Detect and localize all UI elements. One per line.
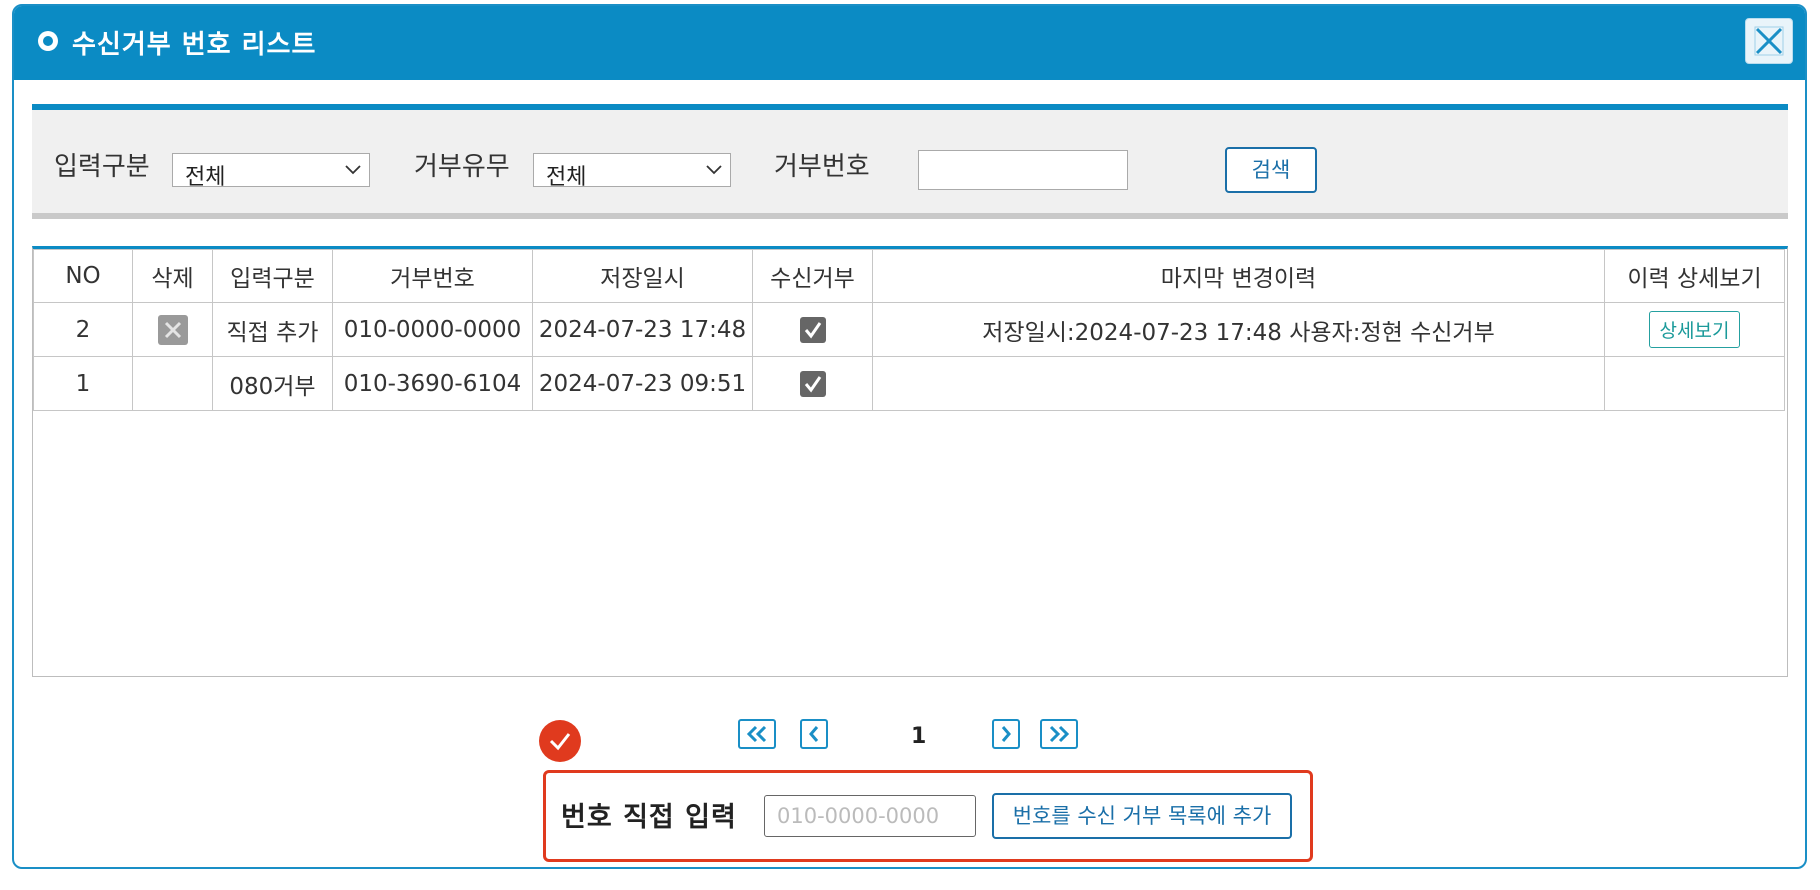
cell-rejected xyxy=(752,302,873,357)
cell-detail xyxy=(1604,356,1785,411)
cell-last-change: 저장일시:2024-07-23 17:48 사용자:정현 수신거부 xyxy=(872,302,1605,357)
reject-table: NO 삭제 입력구분 거부번호 저장일시 수신거부 마지막 변경이력 이력 상세… xyxy=(33,249,1785,411)
manual-entry-box: 번호 직접 입력 번호를 수신 거부 목록에 추가 xyxy=(543,770,1313,862)
input-type-select-value: 전체 xyxy=(185,165,226,190)
cell-last-change xyxy=(872,356,1605,411)
next-page-icon xyxy=(1001,726,1011,742)
search-button[interactable]: 검색 xyxy=(1225,147,1317,193)
header-last-change: 마지막 변경이력 xyxy=(872,249,1605,303)
reject-status-select-value: 전체 xyxy=(546,165,587,190)
dialog-titlebar: 수신거부 번호 리스트 xyxy=(14,6,1805,80)
cell-reject-number: 010-3690-6104 xyxy=(332,356,533,411)
reject-number-input[interactable] xyxy=(918,150,1128,190)
cell-input-type: 직접 추가 xyxy=(212,302,333,357)
header-saved-at: 저장일시 xyxy=(532,249,753,303)
check-mark-icon xyxy=(539,720,581,762)
reject-table-container: NO 삭제 입력구분 거부번호 저장일시 수신거부 마지막 변경이력 이력 상세… xyxy=(32,246,1788,677)
last-page-button[interactable] xyxy=(1040,719,1078,749)
last-page-icon xyxy=(1049,725,1070,743)
close-button[interactable] xyxy=(1745,18,1793,64)
reject-status-label: 거부유무 xyxy=(414,152,510,182)
header-no: NO xyxy=(33,249,133,303)
cell-rejected xyxy=(752,356,873,411)
prev-page-icon xyxy=(809,726,819,742)
cell-saved-at: 2024-07-23 09:51 xyxy=(532,356,753,411)
header-rejected: 수신거부 xyxy=(752,249,873,303)
cell-no: 2 xyxy=(33,302,133,357)
header-reject-number: 거부번호 xyxy=(332,249,533,303)
reject-number-label: 거부번호 xyxy=(774,152,870,182)
cell-no: 1 xyxy=(33,356,133,411)
reject-status-select[interactable]: 전체 xyxy=(533,153,731,190)
checkbox-checked-icon[interactable] xyxy=(799,370,826,397)
cell-delete xyxy=(132,302,213,357)
cell-delete xyxy=(132,356,213,411)
header-input-type: 입력구분 xyxy=(212,249,333,303)
input-type-label: 입력구분 xyxy=(54,152,150,182)
checkbox-checked-icon[interactable] xyxy=(799,316,826,343)
header-detail: 이력 상세보기 xyxy=(1604,249,1785,303)
add-to-reject-list-button[interactable]: 번호를 수신 거부 목록에 추가 xyxy=(992,793,1292,839)
first-page-icon xyxy=(746,725,767,743)
current-page-number[interactable]: 1 xyxy=(911,724,926,749)
close-icon xyxy=(1754,26,1784,56)
delete-icon[interactable] xyxy=(157,314,188,345)
reject-list-dialog: 수신거부 번호 리스트 입력구분 전체 거부유무 전체 거부번호 검색 NO 삭… xyxy=(12,4,1807,869)
chevron-down-icon xyxy=(706,165,722,175)
header-delete: 삭제 xyxy=(132,249,213,303)
manual-number-input[interactable] xyxy=(764,795,976,837)
title-bullet-icon xyxy=(38,31,58,51)
prev-page-button[interactable] xyxy=(800,719,828,749)
table-row: 1 080거부 010-3690-6104 2024-07-23 09:51 xyxy=(33,356,1785,411)
dialog-title: 수신거부 번호 리스트 xyxy=(72,30,317,60)
next-page-button[interactable] xyxy=(992,719,1020,749)
cell-input-type: 080거부 xyxy=(212,356,333,411)
manual-entry-label: 번호 직접 입력 xyxy=(561,802,737,833)
filter-bar: 입력구분 전체 거부유무 전체 거부번호 검색 xyxy=(32,104,1788,219)
cell-saved-at: 2024-07-23 17:48 xyxy=(532,302,753,357)
cell-reject-number: 010-0000-0000 xyxy=(332,302,533,357)
chevron-down-icon xyxy=(345,165,361,175)
table-header-row: NO 삭제 입력구분 거부번호 저장일시 수신거부 마지막 변경이력 이력 상세… xyxy=(33,249,1785,303)
first-page-button[interactable] xyxy=(738,719,776,749)
input-type-select[interactable]: 전체 xyxy=(172,153,370,190)
detail-view-button[interactable]: 상세보기 xyxy=(1648,311,1741,348)
table-row: 2 직접 추가 010-0000-0000 2024-07-23 17:48 저… xyxy=(33,302,1785,357)
cell-detail: 상세보기 xyxy=(1604,302,1785,357)
